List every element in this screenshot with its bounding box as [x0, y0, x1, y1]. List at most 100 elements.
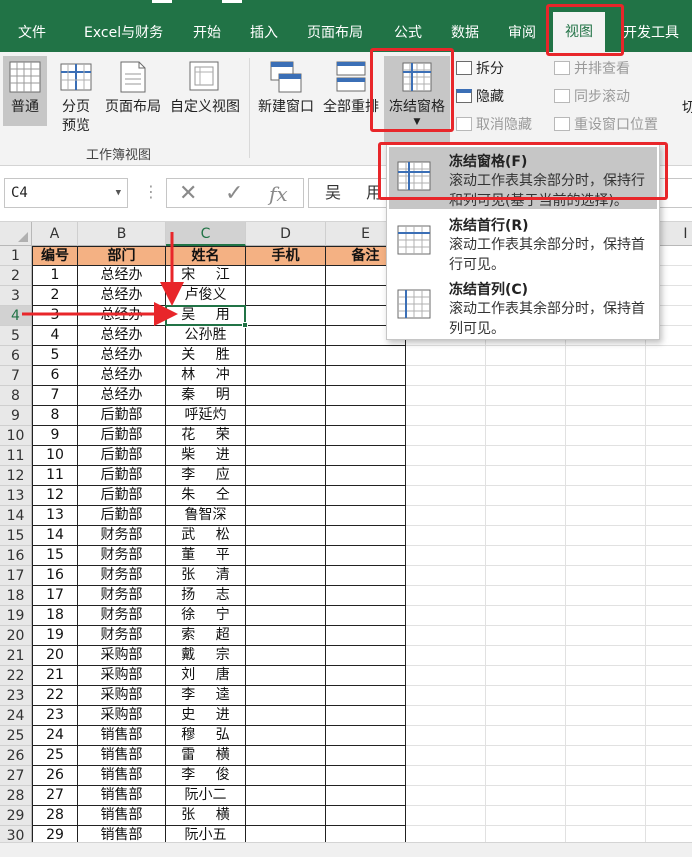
row-header[interactable]: 12 — [0, 466, 32, 486]
name-cell[interactable]: 朱 仝 — [166, 486, 246, 506]
name-cell[interactable]: 李 应 — [166, 466, 246, 486]
insert-function-icon[interactable]: fx — [269, 181, 288, 207]
name-cell[interactable]: 戴 宗 — [166, 646, 246, 666]
id-cell[interactable]: 4 — [32, 326, 78, 346]
name-cell[interactable]: 阮小二 — [166, 786, 246, 806]
department-cell[interactable]: 销售部 — [78, 726, 166, 746]
tab-home[interactable]: 开始 — [193, 22, 221, 44]
phone-cell[interactable] — [246, 646, 326, 666]
phone-cell[interactable] — [246, 726, 326, 746]
phone-cell[interactable] — [246, 586, 326, 606]
note-cell[interactable] — [326, 346, 406, 366]
freeze-panes-button[interactable]: 冻结窗格 ▼ — [384, 56, 450, 144]
tab-page-layout[interactable]: 页面布局 — [307, 22, 363, 44]
note-cell[interactable] — [326, 826, 406, 842]
name-cell[interactable]: 雷 横 — [166, 746, 246, 766]
enter-icon[interactable]: ✓ — [225, 181, 243, 207]
name-cell[interactable]: 刘 唐 — [166, 666, 246, 686]
note-cell[interactable] — [326, 586, 406, 606]
phone-cell[interactable] — [246, 426, 326, 446]
phone-cell[interactable] — [246, 346, 326, 366]
note-cell[interactable] — [326, 446, 406, 466]
row-header[interactable]: 30 — [0, 826, 32, 842]
phone-cell[interactable] — [246, 566, 326, 586]
row-header[interactable]: 25 — [0, 726, 32, 746]
department-cell[interactable]: 采购部 — [78, 686, 166, 706]
id-cell[interactable]: 29 — [32, 826, 78, 842]
phone-cell[interactable] — [246, 766, 326, 786]
name-cell[interactable]: 秦 明 — [166, 386, 246, 406]
phone-cell[interactable] — [246, 506, 326, 526]
department-cell[interactable]: 销售部 — [78, 766, 166, 786]
name-cell[interactable]: 关 胜 — [166, 346, 246, 366]
view-side-by-side-button[interactable]: 并排查看 — [554, 59, 630, 79]
phone-cell[interactable] — [246, 286, 326, 306]
phone-cell[interactable] — [246, 526, 326, 546]
row-header[interactable]: 7 — [0, 366, 32, 386]
note-cell[interactable] — [326, 626, 406, 646]
id-cell[interactable]: 27 — [32, 786, 78, 806]
name-cell[interactable]: 公孙胜 — [166, 326, 246, 346]
id-cell[interactable]: 28 — [32, 806, 78, 826]
department-cell[interactable]: 总经办 — [78, 326, 166, 346]
department-cell[interactable]: 采购部 — [78, 646, 166, 666]
id-cell[interactable]: 22 — [32, 686, 78, 706]
row-header[interactable]: 24 — [0, 706, 32, 726]
id-cell[interactable]: 15 — [32, 546, 78, 566]
row-header[interactable]: 3 — [0, 286, 32, 306]
department-cell[interactable]: 销售部 — [78, 806, 166, 826]
column-header[interactable]: A — [32, 222, 78, 246]
id-cell[interactable]: 14 — [32, 526, 78, 546]
name-cell[interactable]: 卢俊义 — [166, 286, 246, 306]
phone-cell[interactable] — [246, 386, 326, 406]
column-header[interactable]: B — [78, 222, 166, 246]
note-cell[interactable] — [326, 686, 406, 706]
row-header[interactable]: 22 — [0, 666, 32, 686]
phone-cell[interactable] — [246, 486, 326, 506]
note-cell[interactable] — [326, 386, 406, 406]
note-cell[interactable] — [326, 546, 406, 566]
tab-formulas[interactable]: 公式 — [394, 22, 422, 44]
name-cell[interactable]: 穆 弘 — [166, 726, 246, 746]
table-header-cell[interactable]: 手机 — [246, 246, 326, 266]
name-cell[interactable]: 李 逵 — [166, 686, 246, 706]
tab-developer[interactable]: 开发工具 — [623, 22, 679, 44]
new-window-button[interactable]: 新建窗口 — [254, 56, 318, 126]
row-header[interactable]: 19 — [0, 606, 32, 626]
arrange-all-button[interactable]: 全部重排 — [320, 56, 382, 126]
department-cell[interactable]: 销售部 — [78, 746, 166, 766]
id-cell[interactable]: 8 — [32, 406, 78, 426]
menu-item-freeze-first-column[interactable]: 冻结首列(C) 滚动工作表其余部分时，保持首列可见。 — [389, 275, 657, 337]
name-cell[interactable]: 董 平 — [166, 546, 246, 566]
department-cell[interactable]: 总经办 — [78, 366, 166, 386]
name-cell[interactable]: 武 松 — [166, 526, 246, 546]
page-break-preview-button[interactable]: 分页 预览 — [52, 56, 100, 142]
name-cell[interactable]: 吴 用 — [166, 306, 246, 326]
unhide-button[interactable]: 取消隐藏 — [456, 115, 532, 135]
table-header-cell[interactable]: 编号 — [32, 246, 78, 266]
phone-cell[interactable] — [246, 366, 326, 386]
department-cell[interactable]: 财务部 — [78, 526, 166, 546]
phone-cell[interactable] — [246, 666, 326, 686]
note-cell[interactable] — [326, 666, 406, 686]
row-header[interactable]: 29 — [0, 806, 32, 826]
row-header[interactable]: 1 — [0, 246, 32, 266]
switch-windows-partial[interactable]: 切 — [682, 98, 692, 118]
name-cell[interactable]: 宋 江 — [166, 266, 246, 286]
phone-cell[interactable] — [246, 406, 326, 426]
name-cell[interactable]: 史 进 — [166, 706, 246, 726]
id-cell[interactable]: 3 — [32, 306, 78, 326]
tab-review[interactable]: 审阅 — [508, 22, 536, 44]
row-header[interactable]: 18 — [0, 586, 32, 606]
department-cell[interactable]: 后勤部 — [78, 466, 166, 486]
row-header[interactable]: 21 — [0, 646, 32, 666]
name-cell[interactable]: 张 横 — [166, 806, 246, 826]
id-cell[interactable]: 26 — [32, 766, 78, 786]
name-box[interactable]: C4 ▼ — [4, 178, 128, 208]
row-header[interactable]: 10 — [0, 426, 32, 446]
column-header[interactable]: C — [166, 222, 246, 246]
phone-cell[interactable] — [246, 266, 326, 286]
note-cell[interactable] — [326, 766, 406, 786]
reset-window-position-button[interactable]: 重设窗口位置 — [554, 115, 658, 135]
department-cell[interactable]: 总经办 — [78, 306, 166, 326]
